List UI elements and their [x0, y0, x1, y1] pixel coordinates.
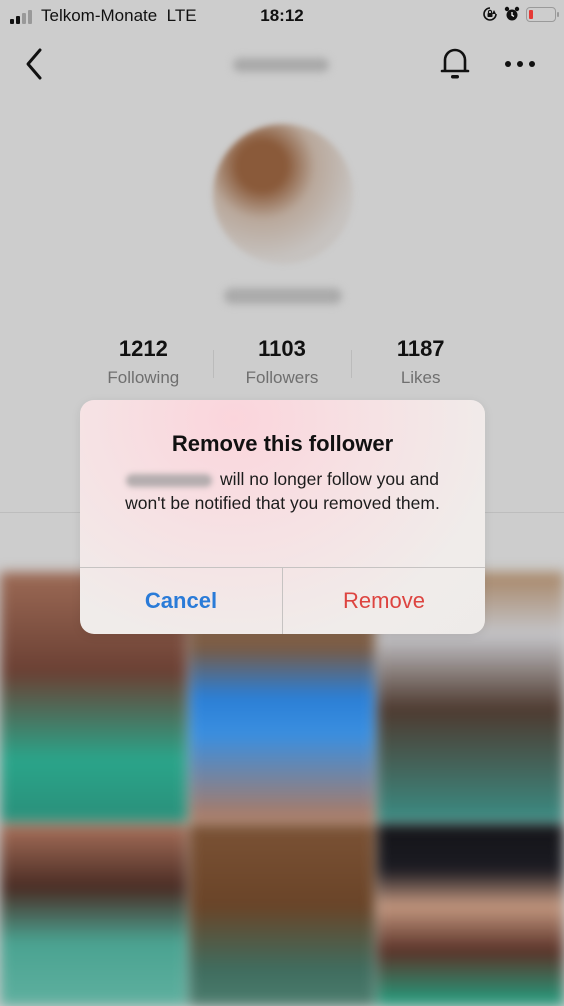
- stat-label: Likes: [400, 368, 441, 387]
- video-grid: [0, 572, 564, 1006]
- clock: 18:12: [260, 6, 304, 25]
- profile-title-blurred: [233, 58, 329, 72]
- username-blurred: [224, 288, 342, 304]
- stat-followers[interactable]: 1103 Followers: [212, 336, 352, 388]
- stat-value: 1103: [258, 336, 306, 361]
- battery-icon: [526, 6, 559, 22]
- stat-label: Followers: [245, 368, 319, 387]
- alarm-icon: [504, 6, 520, 21]
- avatar[interactable]: [213, 124, 353, 264]
- stat-likes[interactable]: 1187 Likes: [351, 336, 490, 388]
- rotation-lock-icon: [483, 7, 497, 21]
- dialog-actions: Cancel Remove: [80, 567, 485, 634]
- stat-label: Following: [107, 368, 180, 387]
- bell-icon[interactable]: [438, 45, 472, 81]
- dialog-title: Remove this follower: [171, 431, 394, 456]
- status-bar: Telkom-Monate LTE 18:12: [0, 0, 564, 32]
- video-thumbnail[interactable]: [377, 824, 564, 1006]
- more-horizontal-icon[interactable]: [500, 54, 540, 74]
- video-thumbnail[interactable]: [188, 824, 376, 1006]
- remove-follower-dialog: Remove this follower will no longer foll…: [80, 400, 485, 634]
- stat-value: 1212: [118, 336, 168, 361]
- chevron-left-icon[interactable]: [20, 46, 50, 82]
- video-thumbnail[interactable]: [0, 824, 187, 1006]
- remove-button[interactable]: Remove: [282, 568, 485, 634]
- follower-name-blurred: [126, 473, 213, 487]
- stat-value: 1187: [396, 336, 445, 361]
- profile-stats: 1212 Following 1103 Followers 1187 Likes: [74, 336, 490, 388]
- stat-following[interactable]: 1212 Following: [74, 336, 213, 388]
- dialog-message: will no longer follow you and won't be n…: [110, 467, 455, 515]
- cancel-button[interactable]: Cancel: [80, 568, 282, 634]
